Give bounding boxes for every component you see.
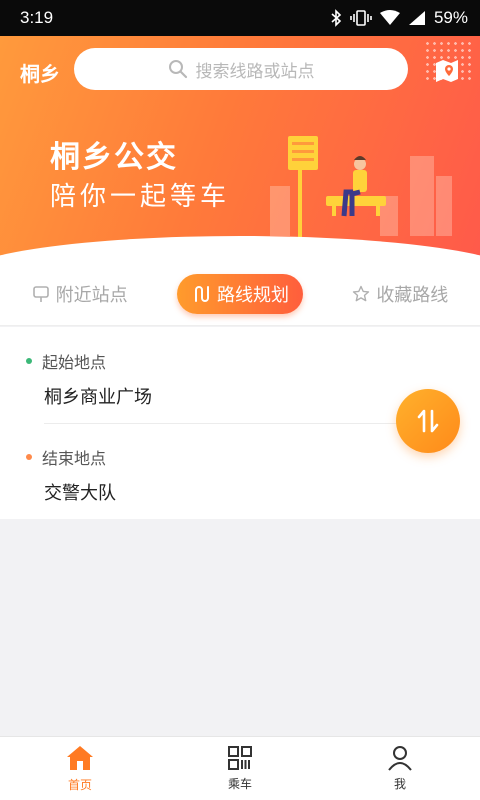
status-time: 3:19	[20, 8, 54, 27]
start-location-value[interactable]: 桐乡商业广场	[44, 383, 152, 409]
city-selector[interactable]: 桐乡	[20, 58, 60, 87]
signal-icon	[408, 11, 425, 25]
hero-banner: 桐乡 搜索线路或站点 桐乡公交 陪你一起等车	[0, 36, 480, 262]
waiting-person-illustration	[270, 136, 452, 241]
end-location-value[interactable]: 交警大队	[44, 479, 116, 505]
wifi-icon	[379, 10, 400, 25]
end-label: 结束地点	[42, 449, 107, 468]
qr-code-icon	[228, 746, 252, 770]
search-input[interactable]: 搜索线路或站点	[74, 48, 408, 90]
hero-subtitle: 陪你一起等车	[50, 182, 231, 212]
end-dot	[26, 454, 32, 460]
start-location-row[interactable]: 起始地点 桐乡商业广场	[26, 349, 152, 409]
nav-home[interactable]: 首页	[20, 744, 140, 793]
tab-label: 附近站点	[55, 284, 128, 306]
tab-label: 收藏路线	[376, 284, 449, 306]
tab-favorite-routes[interactable]: 收藏路线	[338, 274, 462, 314]
nav-ride[interactable]: 乘车	[180, 745, 300, 792]
start-dot	[26, 358, 32, 364]
hero-title: 桐乡公交	[50, 140, 178, 175]
bus-stop-icon	[32, 285, 49, 302]
end-location-row[interactable]: 结束地点 交警大队	[26, 445, 116, 505]
bluetooth-icon	[331, 9, 342, 27]
route-icon	[194, 285, 209, 302]
status-icons: 59%	[330, 8, 468, 28]
battery-percent: 59%	[433, 8, 468, 27]
swap-icon	[417, 409, 439, 433]
tab-label: 路线规划	[216, 284, 289, 306]
nav-label: 首页	[67, 778, 92, 792]
bottom-navigation: 首页 乘车 我	[0, 736, 480, 800]
vibrate-icon	[350, 10, 372, 26]
tab-nearby-stops[interactable]: 附近站点	[18, 274, 142, 314]
home-icon	[67, 746, 93, 770]
swap-locations-button[interactable]	[396, 389, 460, 453]
nav-me[interactable]: 我	[340, 745, 460, 792]
nav-label: 我	[393, 777, 406, 791]
tab-bar: 附近站点 路线规划 收藏路线	[0, 262, 480, 326]
status-bar: 3:19 59%	[0, 0, 480, 36]
map-location-icon[interactable]	[434, 58, 460, 84]
person-icon	[388, 746, 412, 771]
route-planner-panel: 起始地点 桐乡商业广场 结束地点 交警大队	[0, 327, 480, 519]
search-icon	[168, 60, 187, 79]
start-label: 起始地点	[42, 353, 107, 372]
tab-route-planning[interactable]: 路线规划	[176, 273, 303, 314]
star-icon	[353, 285, 370, 301]
nav-label: 乘车	[227, 777, 252, 791]
divider	[44, 423, 404, 424]
search-placeholder: 搜索线路或站点	[195, 61, 315, 82]
